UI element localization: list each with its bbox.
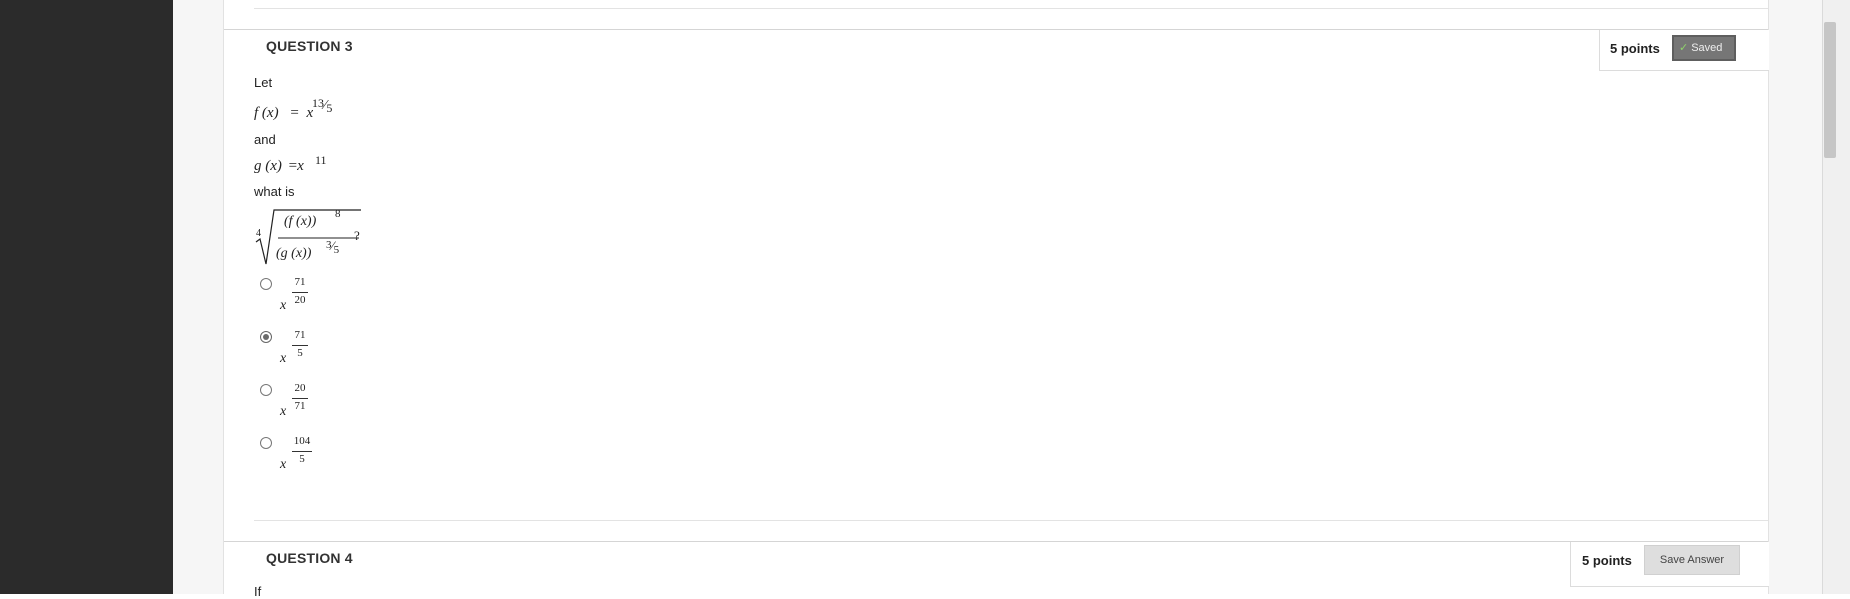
and-text: and bbox=[254, 132, 276, 147]
question-3-bottom-divider bbox=[254, 520, 1768, 521]
option-3-radio[interactable] bbox=[260, 384, 272, 396]
option-3-base: x bbox=[280, 404, 287, 419]
option-2-radio[interactable] bbox=[260, 331, 272, 343]
question-3-title: QUESTION 3 bbox=[266, 38, 353, 54]
den-exp-num: 3 bbox=[326, 239, 332, 251]
option-4-exp-num: 104 bbox=[293, 435, 311, 447]
question-3-top-border bbox=[224, 29, 1768, 30]
option-3-frac-bar bbox=[292, 398, 308, 399]
question-4-title: QUESTION 4 bbox=[266, 550, 353, 566]
option-2-exp-den: 5 bbox=[297, 347, 303, 359]
option-4-base: x bbox=[280, 457, 287, 472]
save-answer-button[interactable]: Save Answer bbox=[1644, 545, 1740, 575]
top-divider bbox=[254, 8, 1768, 9]
what-is-text: what is bbox=[254, 184, 295, 199]
expr-numerator-exp: 8 bbox=[335, 208, 341, 220]
option-1-frac-bar bbox=[292, 292, 308, 293]
question-mark: ? bbox=[354, 228, 360, 243]
option-1-base: x bbox=[280, 298, 287, 313]
option-1-exp-den: 20 bbox=[294, 294, 306, 306]
g-base: x bbox=[297, 158, 304, 174]
f-exponent: 13⁄5 bbox=[312, 96, 333, 115]
option-3-exp-den: 71 bbox=[294, 400, 306, 412]
question-4-top-border bbox=[224, 541, 1768, 542]
g-exponent: 11 bbox=[315, 153, 327, 167]
option-1-radio[interactable] bbox=[260, 278, 272, 290]
root-index: 4 bbox=[256, 228, 261, 239]
f-lhs: f (x) bbox=[254, 105, 279, 121]
g-definition: g (x) =x bbox=[254, 158, 304, 175]
saved-label: Saved bbox=[1691, 42, 1723, 54]
option-4-exp-den: 5 bbox=[299, 453, 305, 465]
main-content: QUESTION 3 5 points ✓ Saved Let f (x) = x… bbox=[224, 0, 1769, 599]
option-2-frac-bar bbox=[292, 345, 308, 346]
question-4-points: 5 points bbox=[1582, 553, 1632, 568]
question-4-intro: If bbox=[254, 584, 262, 599]
saved-button[interactable]: ✓ Saved bbox=[1672, 35, 1736, 61]
den-exp-den: 5 bbox=[333, 244, 340, 256]
expr-numerator: (f (x)) bbox=[284, 214, 317, 229]
expr-denominator: (g (x)) bbox=[276, 246, 312, 261]
checkmark-icon: ✓ bbox=[1679, 42, 1689, 54]
f-exp-num: 13 bbox=[312, 96, 324, 110]
g-lhs: g (x) bbox=[254, 158, 282, 174]
f-eq: = bbox=[290, 105, 299, 121]
option-3-exp-num: 20 bbox=[294, 382, 306, 394]
option-2-exp-num: 71 bbox=[294, 329, 306, 341]
expr-denominator-exp: 3⁄5 bbox=[326, 238, 340, 256]
left-dark-panel bbox=[0, 0, 173, 594]
scrollbar-thumb[interactable] bbox=[1824, 22, 1836, 158]
option-2-base: x bbox=[280, 351, 287, 366]
option-4-radio[interactable] bbox=[260, 437, 272, 449]
question-3-points: 5 points bbox=[1610, 41, 1660, 56]
f-exp-den: 5 bbox=[326, 101, 333, 115]
left-gutter bbox=[173, 0, 224, 594]
option-1-exp-num: 71 bbox=[294, 276, 306, 288]
g-eq: = bbox=[288, 158, 298, 174]
f-definition: f (x) = x bbox=[254, 105, 313, 122]
right-gutter bbox=[1768, 0, 1823, 594]
question-3-intro: Let bbox=[254, 75, 273, 90]
option-4-frac-bar bbox=[292, 451, 312, 452]
